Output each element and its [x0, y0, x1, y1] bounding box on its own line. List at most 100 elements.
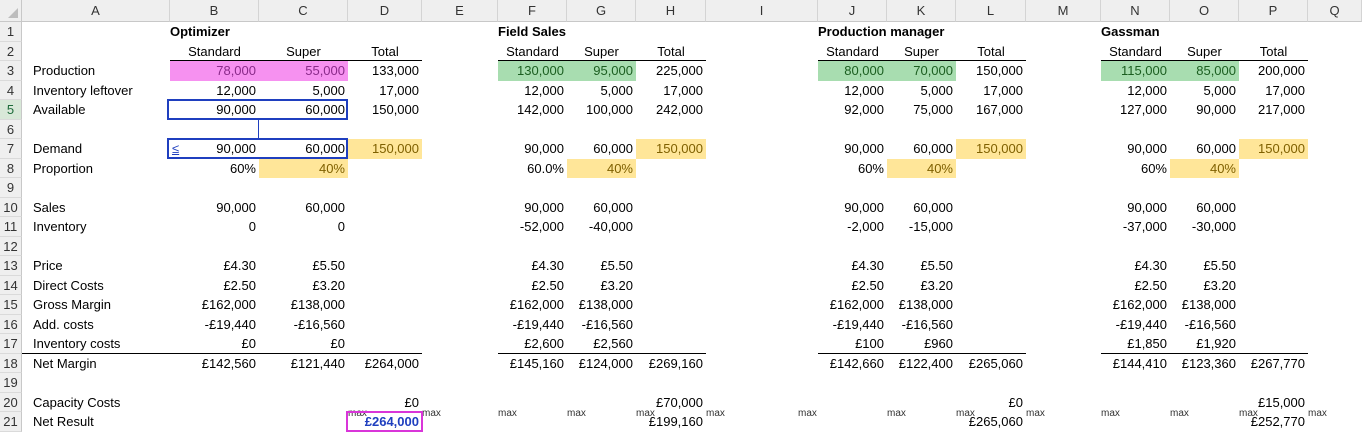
column-header-c[interactable]: C [259, 0, 348, 22]
cell-gross[interactable]: £138,000 [1170, 295, 1239, 315]
cell-demand[interactable]: 90,000 [1101, 139, 1170, 159]
row-header-10[interactable]: 10 [0, 197, 22, 217]
cell-price[interactable]: £5.50 [887, 256, 956, 276]
cell-direct[interactable]: £3.20 [259, 276, 348, 296]
cell-sales[interactable]: 60,000 [887, 198, 956, 218]
cell-invc[interactable]: £960 [887, 334, 956, 354]
row-header-6[interactable]: 6 [0, 119, 22, 139]
cell-invc[interactable]: £0 [259, 334, 348, 354]
cell-add[interactable]: -£19,440 [170, 315, 259, 335]
cell-sales[interactable]: 90,000 [1101, 198, 1170, 218]
row-header-20[interactable]: 20 [0, 392, 22, 412]
row-header-13[interactable]: 13 [0, 256, 22, 276]
cell-inventory[interactable]: -40,000 [567, 217, 636, 237]
cell-avail[interactable]: 142,000 [498, 100, 567, 120]
row-header-2[interactable]: 2 [0, 41, 22, 61]
cell-inv[interactable]: 5,000 [1170, 81, 1239, 101]
cell-price[interactable]: £4.30 [498, 256, 567, 276]
column-header-p[interactable]: P [1239, 0, 1308, 22]
cell-gross[interactable]: £138,000 [887, 295, 956, 315]
cell-demand[interactable]: 60,000 [887, 139, 956, 159]
cell-demand[interactable]: 150,000 [1239, 139, 1308, 159]
cell-add[interactable]: -£16,560 [567, 315, 636, 335]
row-header-7[interactable]: 7 [0, 139, 22, 159]
cell-add[interactable]: -£19,440 [1101, 315, 1170, 335]
cell-invc[interactable]: £1,920 [1170, 334, 1239, 354]
cell-avail[interactable]: 92,000 [818, 100, 887, 120]
cell-gross[interactable]: £138,000 [259, 295, 348, 315]
cell-demand[interactable]: 150,000 [636, 139, 706, 159]
column-header-e[interactable]: E [422, 0, 498, 22]
row-label[interactable]: Proportion [30, 159, 170, 179]
cell-prod[interactable]: 133,000 [348, 61, 422, 81]
cell-prop[interactable]: 40% [567, 158, 636, 178]
cell-add[interactable]: -£19,440 [498, 315, 567, 335]
cell-avail[interactable]: 150,000 [348, 100, 422, 120]
row-header-3[interactable]: 3 [0, 61, 22, 81]
cell-net[interactable]: £142,660 [818, 354, 887, 374]
cell-avail[interactable]: 100,000 [567, 100, 636, 120]
cell-add[interactable]: -£16,560 [887, 315, 956, 335]
column-header-k[interactable]: K [887, 0, 956, 22]
column-header-d[interactable]: D [348, 0, 422, 22]
cell-demand[interactable]: 90,000 [498, 139, 567, 159]
column-header-g[interactable]: G [567, 0, 636, 22]
cell-prod[interactable]: 85,000 [1170, 61, 1239, 81]
row-header-19[interactable]: 19 [0, 373, 22, 393]
cell-prop[interactable]: 40% [259, 158, 348, 178]
row-header-9[interactable]: 9 [0, 178, 22, 198]
cell-sales[interactable]: 90,000 [818, 198, 887, 218]
cell-prop[interactable]: 60% [818, 159, 887, 179]
cell-inventory[interactable]: -15,000 [887, 217, 956, 237]
cell-sales[interactable]: 90,000 [498, 198, 567, 218]
row-label[interactable]: Production [30, 61, 170, 81]
cell-prod[interactable]: 95,000 [567, 61, 636, 81]
cell-inv[interactable]: 17,000 [1239, 81, 1308, 101]
cell-net[interactable]: £144,410 [1101, 354, 1170, 374]
column-header-h[interactable]: H [636, 0, 706, 22]
cell-add[interactable]: -£16,560 [259, 315, 348, 335]
cell-inv[interactable]: 5,000 [887, 81, 956, 101]
cell-inv[interactable]: 12,000 [498, 81, 567, 101]
cell-direct[interactable]: £2.50 [818, 276, 887, 296]
cell-price[interactable]: £5.50 [567, 256, 636, 276]
cell-demand[interactable]: 150,000 [956, 139, 1026, 159]
cell-net[interactable]: £121,440 [259, 354, 348, 374]
spreadsheet[interactable]: ABCDEFGHIJKLMNOPQ 1 2 3 4 5 6 7 8 9 10 11 12 13 14 15 1… [0, 0, 1362, 436]
cell-inv[interactable]: 5,000 [259, 81, 348, 101]
row-label[interactable]: Inventory [30, 217, 170, 237]
row-header-8[interactable]: 8 [0, 158, 22, 178]
select-all-corner[interactable] [0, 0, 22, 22]
cell-direct[interactable]: £3.20 [887, 276, 956, 296]
cell-prop[interactable]: 40% [1170, 158, 1239, 178]
cell-net[interactable]: £124,000 [567, 354, 636, 374]
cell-net[interactable]: £123,360 [1170, 354, 1239, 374]
cell-prod[interactable]: 225,000 [636, 61, 706, 81]
cell-gross[interactable]: £162,000 [498, 295, 567, 315]
cell-price[interactable]: £5.50 [1170, 256, 1239, 276]
cell-prop[interactable]: 60% [170, 159, 259, 179]
cell-inv[interactable]: 5,000 [567, 81, 636, 101]
cell-avail[interactable]: 242,000 [636, 100, 706, 120]
row-header-16[interactable]: 16 [0, 314, 22, 334]
cell-demand[interactable]: 60,000 [567, 139, 636, 159]
cell-net[interactable]: £269,160 [636, 354, 706, 374]
cell-inventory[interactable]: 0 [259, 217, 348, 237]
row-header-12[interactable]: 12 [0, 236, 22, 256]
cell-gross[interactable]: £138,000 [567, 295, 636, 315]
cell-net[interactable]: £145,160 [498, 354, 567, 374]
row-header-14[interactable]: 14 [0, 275, 22, 295]
cell-invc[interactable]: £100 [818, 334, 887, 354]
cell-direct[interactable]: £2.50 [1101, 276, 1170, 296]
cell-direct[interactable]: £2.50 [498, 276, 567, 296]
cell-prod[interactable]: 80,000 [818, 61, 887, 81]
cell-demand[interactable]: 150,000 [348, 139, 422, 159]
cell-prod[interactable]: 200,000 [1239, 61, 1308, 81]
cell-avail[interactable]: 217,000 [1239, 100, 1308, 120]
cell-prod[interactable]: 150,000 [956, 61, 1026, 81]
cell-net[interactable]: £265,060 [956, 354, 1026, 374]
cell-net[interactable]: £122,400 [887, 354, 956, 374]
cell-inventory[interactable]: -2,000 [818, 217, 887, 237]
cell-prod[interactable]: 115,000 [1101, 61, 1170, 81]
cell-invc[interactable]: £0 [170, 334, 259, 354]
